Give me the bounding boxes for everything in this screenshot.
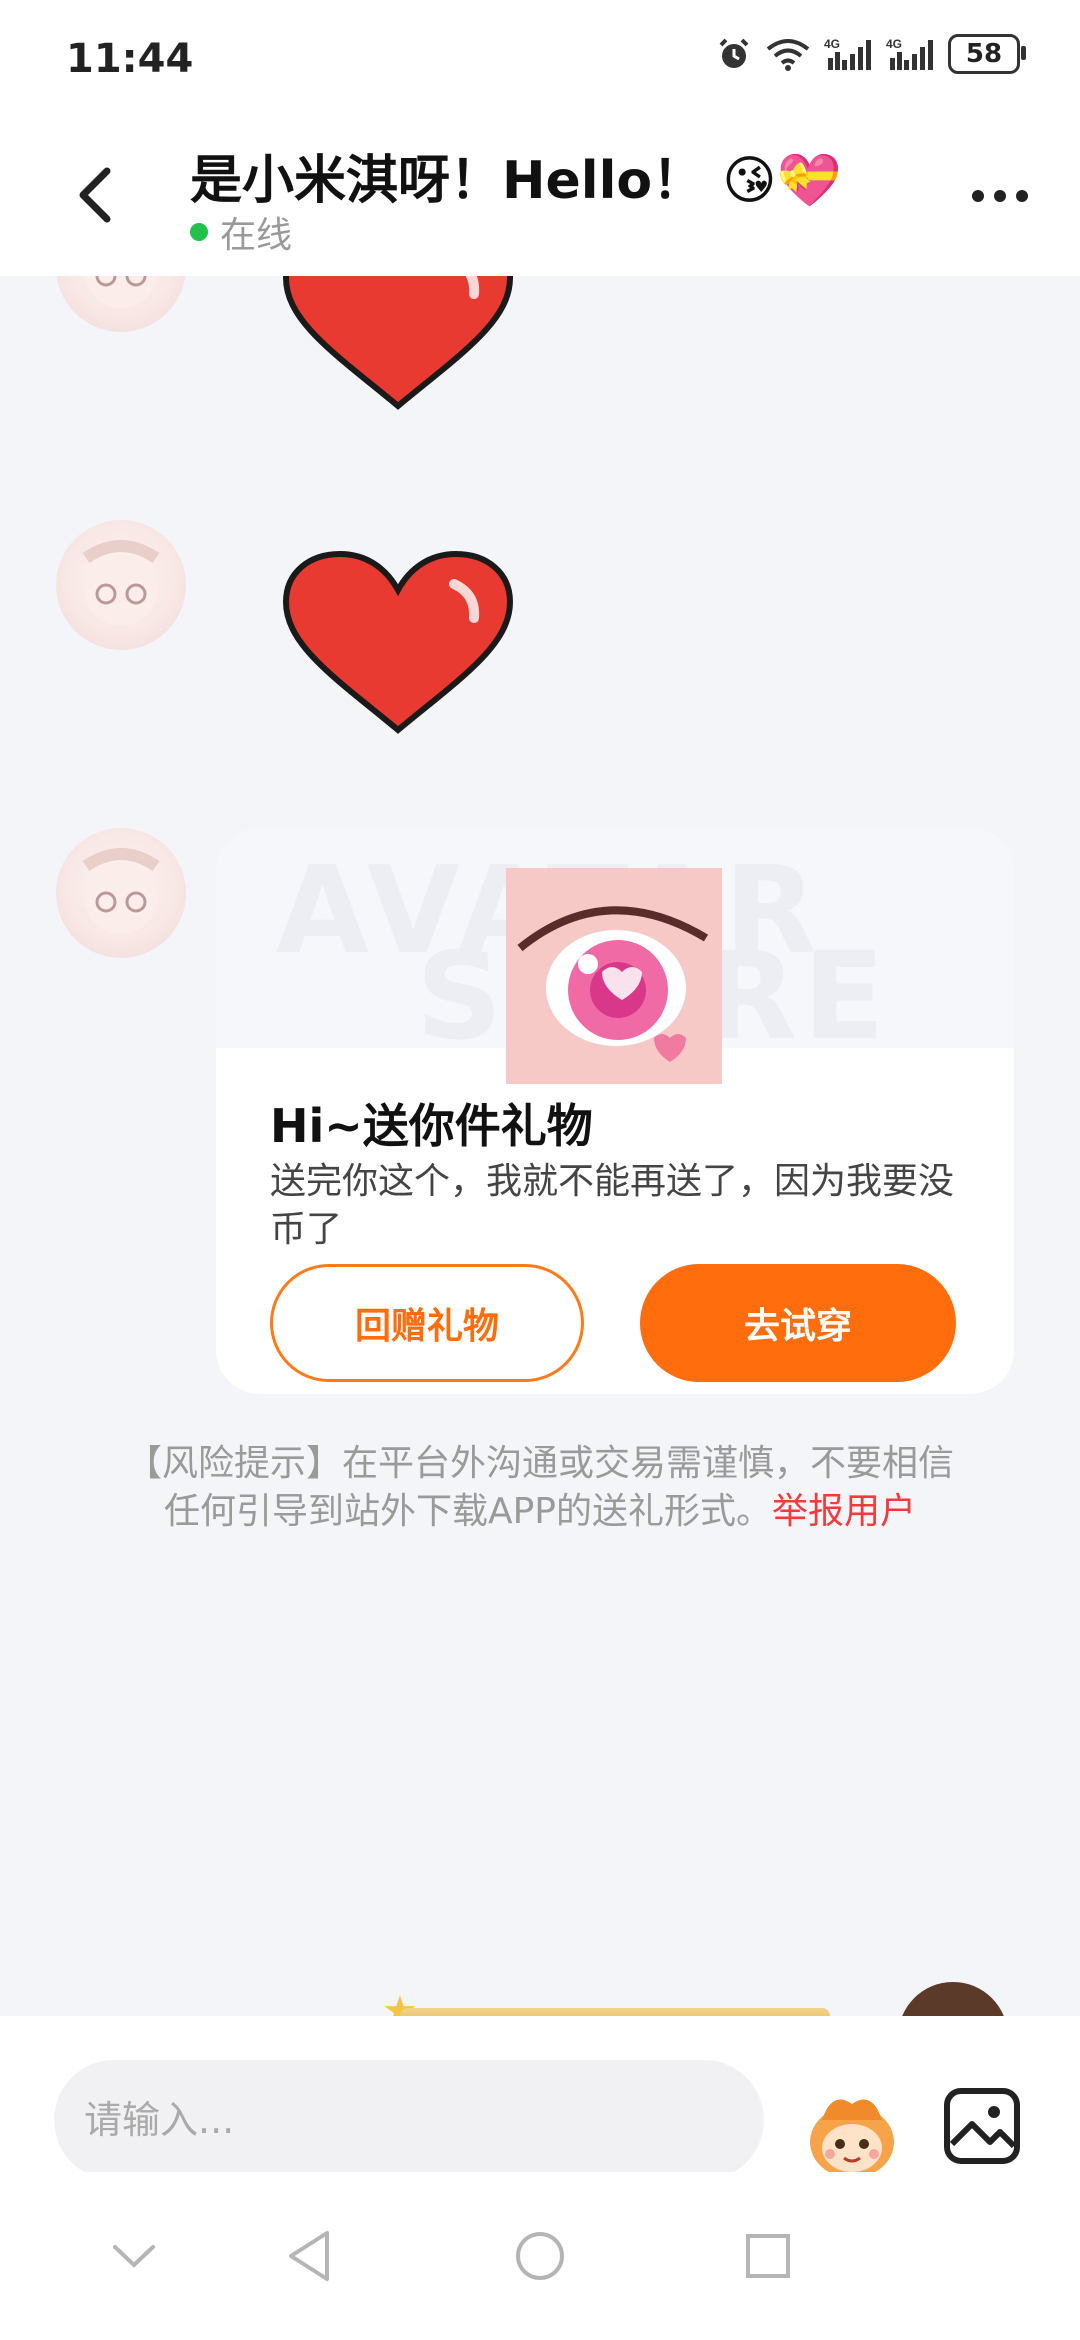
square-recents-icon — [746, 2234, 790, 2278]
nav-back-button[interactable] — [274, 2220, 346, 2292]
status-icons: 4G 4G 58 — [716, 34, 1026, 74]
online-dot — [190, 223, 208, 241]
svg-text:4G: 4G — [824, 37, 840, 51]
signal-icon: 4G — [824, 37, 871, 70]
gift-eye-image[interactable] — [506, 868, 722, 1084]
heart-sticker[interactable] — [278, 276, 518, 416]
more-dot — [994, 190, 1006, 202]
chat-header: 是小米淇呀！Hello！ 😘💝 在线 — [0, 120, 1080, 276]
avatar-image — [82, 540, 160, 626]
back-button[interactable] — [60, 160, 130, 230]
chat-area[interactable]: AVATAR STORE Hi~送你件礼物 送完你这个，我就不能再送了，因为我要… — [0, 276, 1080, 2016]
more-dot — [1016, 190, 1028, 202]
gift-description: 送完你这个，我就不能再送了，因为我要没币了 — [270, 1161, 955, 1250]
online-status: 在线 — [190, 206, 292, 258]
chevron-down-icon — [113, 2245, 155, 2268]
wifi-icon — [766, 39, 810, 71]
image-icon[interactable] — [942, 2086, 1022, 2166]
avatar[interactable] — [56, 276, 186, 332]
nav-recents-button[interactable] — [732, 2220, 804, 2292]
status-time: 11:44 — [66, 36, 194, 82]
emoji-mascot-icon[interactable] — [802, 2084, 902, 2184]
signal-icon: 4G — [886, 37, 933, 70]
avatar[interactable] — [898, 1982, 1008, 2016]
avatar-image — [85, 276, 157, 308]
chat-title: 是小米淇呀！Hello！ 😘💝 — [190, 151, 842, 211]
circle-home-icon — [516, 2232, 564, 2280]
report-user-link[interactable]: 举报用户 — [772, 1491, 916, 1532]
heart-sticker[interactable] — [278, 550, 518, 740]
nav-home-button[interactable] — [504, 2220, 576, 2292]
incoming-card-peek[interactable] — [400, 2008, 830, 2016]
risk-notice: 【风险提示】在平台外沟通或交易需谨慎，不要相信任何引导到站外下载APP的送礼形式… — [110, 1440, 970, 1536]
svg-text:4G: 4G — [886, 37, 902, 51]
triangle-back-icon — [289, 2231, 329, 2281]
navigation-bar — [0, 2172, 1080, 2340]
alarm-icon — [719, 38, 749, 68]
online-label: 在线 — [220, 215, 293, 256]
more-dot — [972, 190, 984, 202]
nav-hide-keyboard-button[interactable] — [98, 2220, 170, 2292]
battery-level: 58 — [965, 39, 1003, 69]
gift-title: Hi~送你件礼物 — [270, 1099, 593, 1153]
more-button[interactable] — [960, 166, 1040, 226]
avatar-image — [82, 848, 160, 934]
message-input[interactable] — [54, 2060, 764, 2180]
input-bar — [0, 2016, 1080, 2180]
status-bar: 11:44 4G 4G 58 — [0, 0, 1080, 120]
return-gift-button[interactable]: 回赠礼物 — [270, 1264, 584, 1382]
battery-icon: 58 — [948, 34, 1026, 74]
avatar[interactable] — [56, 828, 186, 958]
gift-card[interactable]: AVATAR STORE Hi~送你件礼物 送完你这个，我就不能再送了，因为我要… — [216, 828, 1014, 1394]
chevron-left-icon — [79, 167, 111, 223]
avatar[interactable] — [56, 520, 186, 650]
try-on-button[interactable]: 去试穿 — [640, 1264, 956, 1382]
